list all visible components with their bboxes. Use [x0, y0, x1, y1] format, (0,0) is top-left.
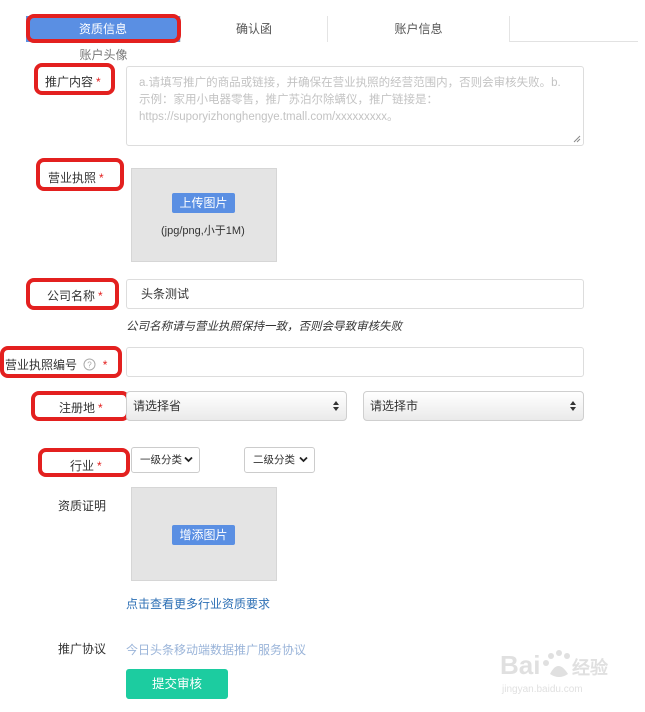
tab-qualification[interactable]: 资质信息	[26, 16, 181, 42]
primary-category-select[interactable]: 一级分类	[131, 447, 200, 473]
svg-text:经验: 经验	[572, 657, 609, 679]
license-number-input[interactable]	[126, 347, 584, 377]
tab-account-avatar[interactable]: 账户头像	[26, 42, 181, 68]
promo-content-label: 推广内容 *	[45, 75, 101, 89]
svg-text:jingyan.baidu.com: jingyan.baidu.com	[501, 684, 583, 695]
license-number-label: 营业执照编号 ? *	[5, 358, 108, 372]
business-license-label: 营业执照 *	[48, 171, 104, 185]
upload-image-button[interactable]: 上传图片	[172, 193, 235, 213]
chevron-down-icon	[184, 456, 193, 463]
business-license-upload-area[interactable]	[131, 168, 277, 262]
qualification-label: 资质证明	[58, 499, 107, 513]
question-circle-icon[interactable]: ?	[83, 358, 96, 371]
secondary-category-select[interactable]: 二级分类	[244, 447, 315, 473]
upload-format-hint: (jpg/png,小于1M)	[161, 225, 245, 237]
agreement-link[interactable]: 今日头条移动端数据推广服务协议	[126, 641, 306, 658]
add-image-button[interactable]: 增添图片	[172, 525, 235, 545]
province-select[interactable]: 请选择省	[126, 391, 347, 421]
svg-text:Bai: Bai	[500, 650, 540, 680]
industry-label: 行业 *	[70, 459, 102, 473]
submit-review-button[interactable]: 提交审核	[126, 669, 228, 699]
registration-label: 注册地 *	[59, 401, 103, 415]
industry-requirements-link[interactable]: 点击查看更多行业资质要求	[126, 595, 270, 612]
tab-bar: 资质信息 确认函 账户信息	[26, 16, 638, 42]
city-select[interactable]: 请选择市	[363, 391, 584, 421]
company-name-hint: 公司名称请与营业执照保持一致，否则会导致审核失败	[126, 321, 402, 333]
tab-confirmation[interactable]: 确认函	[181, 16, 328, 42]
select-arrows-icon	[333, 401, 339, 411]
chevron-down-icon	[299, 456, 308, 463]
select-arrows-icon	[570, 401, 576, 411]
company-name-input[interactable]: 头条测试	[126, 279, 584, 309]
promo-content-textarea[interactable]: a.请填写推广的商品或链接，并确保在营业执照的经营范围内，否则会审核失败。b.示…	[126, 66, 584, 146]
baidu-watermark-logo: Bai 经验 jingyan.baidu.com	[500, 650, 609, 695]
svg-text:?: ?	[88, 361, 93, 370]
resize-grip-icon[interactable]	[573, 135, 581, 143]
agreement-label: 推广协议	[58, 642, 107, 656]
company-name-label: 公司名称 *	[47, 289, 103, 303]
promo-content-placeholder: a.请填写推广的商品或链接，并确保在营业执照的经营范围内，否则会审核失败。b.示…	[139, 77, 561, 123]
tab-account-info[interactable]: 账户信息	[328, 16, 510, 42]
